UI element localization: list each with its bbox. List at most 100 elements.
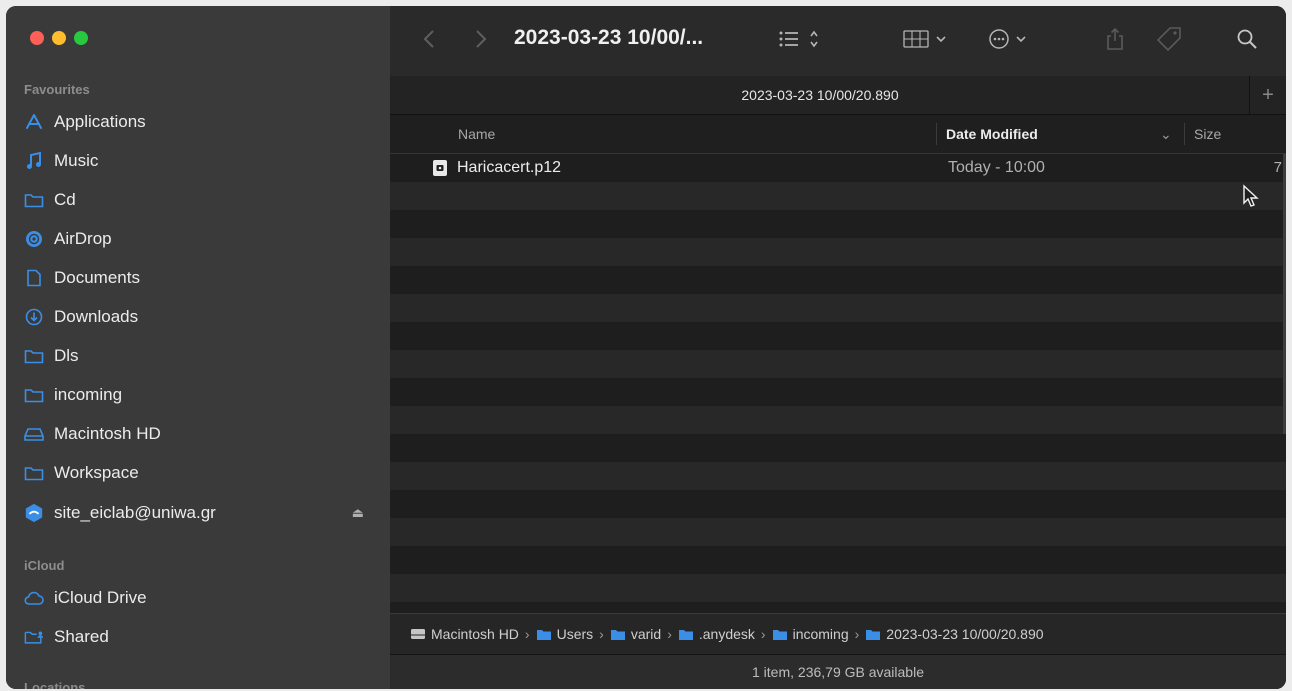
- sidebar-item-icloud-drive[interactable]: iCloud Drive: [24, 583, 364, 613]
- file-row[interactable]: Haricacert.p12 Today - 10:00 7: [390, 154, 1286, 182]
- action-menu-button[interactable]: [988, 24, 1036, 54]
- sidebar-item-applications[interactable]: Applications: [24, 107, 364, 137]
- sidebar-item-label: Music: [54, 151, 99, 170]
- path-crumb[interactable]: incoming: [772, 626, 849, 642]
- empty-row: [390, 294, 1286, 322]
- shared-folder-icon: [24, 627, 44, 647]
- chevron-right-icon: ›: [599, 626, 604, 642]
- sidebar-item-label: AirDrop: [54, 229, 112, 248]
- tag-button[interactable]: [1156, 24, 1182, 54]
- path-crumb[interactable]: Macintosh HD: [410, 626, 519, 642]
- sidebar-item-music[interactable]: Music: [24, 146, 364, 176]
- sidebar-item-label: Macintosh HD: [54, 424, 161, 443]
- zoom-window-button[interactable]: [74, 31, 88, 45]
- cloud-icon: [24, 588, 44, 608]
- path-crumb-label: 2023-03-23 10/00/20.890: [886, 626, 1044, 642]
- chevron-right-icon: ›: [667, 626, 672, 642]
- path-crumb[interactable]: .anydesk: [678, 626, 755, 642]
- chevron-left-icon: [423, 30, 434, 48]
- plus-icon: +: [1262, 83, 1274, 106]
- status-bar: 1 item, 236,79 GB available: [390, 654, 1286, 689]
- sidebar-item-downloads[interactable]: Downloads: [24, 302, 364, 332]
- list-view-icon: [779, 30, 818, 48]
- column-date-header[interactable]: Date Modified: [946, 115, 1038, 153]
- empty-row: [390, 182, 1286, 210]
- chevron-right-icon: ›: [524, 626, 530, 642]
- column-name-header[interactable]: Name: [458, 115, 495, 153]
- empty-row: [390, 350, 1286, 378]
- window-title: 2023-03-23 10/00/...: [514, 26, 704, 49]
- empty-row: [390, 490, 1286, 518]
- home-folder-icon: [610, 629, 625, 640]
- sort-chevron-down-icon[interactable]: ⌄: [1160, 115, 1172, 153]
- empty-row: [390, 406, 1286, 434]
- main-area: 2023-03-23 10/00/... 2023-03-23 10/00/20…: [390, 6, 1286, 689]
- file-date: Today - 10:00: [948, 159, 1045, 176]
- file-name-cell: Haricacert.p12: [432, 154, 561, 182]
- path-bar: Macintosh HD › Users › varid › .anydesk …: [390, 613, 1286, 654]
- folder-icon: [678, 629, 693, 640]
- column-headers: Name Date Modified ⌄ Size: [390, 115, 1286, 154]
- empty-row: [390, 434, 1286, 462]
- sidebar-item-macintosh-hd[interactable]: Macintosh HD: [24, 419, 364, 449]
- music-icon: [24, 151, 44, 171]
- search-button[interactable]: [1236, 24, 1258, 54]
- forward-button[interactable]: [474, 24, 488, 54]
- sidebar: Favourites Applications Music Cd AirDrop: [6, 6, 390, 689]
- network-drive-icon: [24, 503, 44, 523]
- column-size-header[interactable]: Size: [1194, 115, 1221, 153]
- file-name: Haricacert.p12: [457, 159, 562, 176]
- share-button[interactable]: [1106, 24, 1124, 54]
- close-window-button[interactable]: [30, 31, 44, 45]
- new-tab-button[interactable]: +: [1249, 76, 1286, 114]
- scrollbar[interactable]: [1283, 154, 1286, 434]
- document-icon: [24, 268, 44, 288]
- favourites-section-label: Favourites: [24, 82, 90, 97]
- drive-icon: [24, 424, 44, 444]
- empty-row: [390, 546, 1286, 574]
- empty-row: [390, 238, 1286, 266]
- search-icon: [1237, 29, 1257, 49]
- empty-row: [390, 210, 1286, 238]
- sidebar-item-label: Workspace: [54, 463, 139, 482]
- sidebar-item-workspace[interactable]: Workspace: [24, 458, 364, 488]
- eject-icon[interactable]: ⏏: [352, 505, 364, 521]
- sidebar-item-network-drive[interactable]: site_eiclab@uniwa.gr ⏏: [24, 498, 364, 528]
- finder-window: Favourites Applications Music Cd AirDrop: [6, 6, 1286, 689]
- folder-icon: [24, 463, 44, 483]
- sidebar-item-airdrop[interactable]: AirDrop: [24, 224, 364, 254]
- back-button[interactable]: [422, 24, 436, 54]
- path-crumb[interactable]: 2023-03-23 10/00/20.890: [865, 626, 1044, 642]
- share-icon: [1107, 27, 1123, 50]
- column-divider[interactable]: [1184, 123, 1185, 145]
- path-crumb-label: Macintosh HD: [431, 626, 519, 642]
- empty-row: [390, 602, 1286, 612]
- column-divider[interactable]: [936, 123, 937, 145]
- path-crumb-label: Users: [556, 626, 594, 642]
- empty-row: [390, 574, 1286, 602]
- group-button[interactable]: [903, 24, 953, 54]
- folder-icon: [24, 346, 44, 366]
- empty-row: [390, 518, 1286, 546]
- sidebar-item-documents[interactable]: Documents: [24, 263, 364, 293]
- chevron-right-icon: ›: [854, 626, 860, 642]
- drive-icon: [411, 629, 425, 639]
- sidebar-item-dls[interactable]: Dls: [24, 341, 364, 371]
- sidebar-item-shared[interactable]: Shared: [24, 622, 364, 652]
- view-mode-button[interactable]: [778, 24, 824, 54]
- sidebar-item-incoming[interactable]: incoming: [24, 380, 364, 410]
- window-controls: [30, 31, 88, 45]
- sidebar-item-cd[interactable]: Cd: [24, 185, 364, 215]
- minimize-window-button[interactable]: [52, 31, 66, 45]
- tab-current[interactable]: 2023-03-23 10/00/20.890: [390, 76, 1250, 114]
- download-icon: [24, 307, 44, 327]
- file-size: 7: [1273, 159, 1282, 176]
- path-crumb[interactable]: varid: [610, 626, 661, 642]
- folder-icon: [536, 629, 551, 640]
- path-crumb[interactable]: Users: [536, 626, 594, 642]
- tab-bar: 2023-03-23 10/00/20.890 +: [390, 76, 1286, 115]
- path-crumb-label: .anydesk: [698, 626, 755, 642]
- sidebar-item-label: Shared: [54, 627, 109, 646]
- empty-row: [390, 266, 1286, 294]
- chevron-right-icon: [476, 30, 487, 48]
